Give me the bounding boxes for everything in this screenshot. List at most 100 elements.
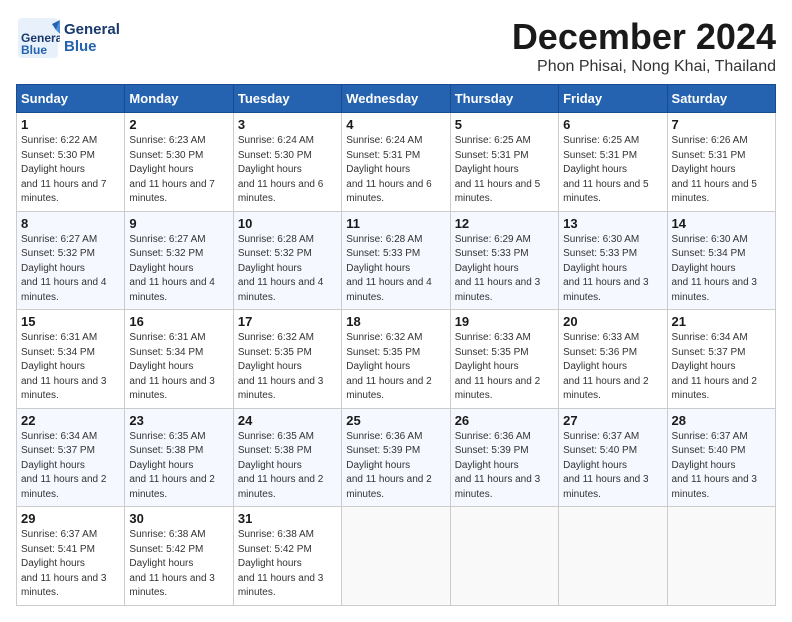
day-info: Sunrise: 6:33 AM Sunset: 5:35 PM Dayligh… — [455, 331, 554, 404]
sunrise-text: Sunrise: 6:28 AM — [346, 233, 445, 248]
daylight-label: Daylight hours — [563, 163, 662, 178]
daylight-label: Daylight hours — [346, 459, 445, 474]
calendar-cell: 14 Sunrise: 6:30 AM Sunset: 5:34 PM Dayl… — [667, 211, 775, 310]
sunrise-text: Sunrise: 6:26 AM — [672, 134, 771, 149]
day-info: Sunrise: 6:31 AM Sunset: 5:34 PM Dayligh… — [129, 331, 228, 404]
daylight-label: Daylight hours — [672, 459, 771, 474]
sunset-text: Sunset: 5:33 PM — [455, 247, 554, 262]
daylight-label: Daylight hours — [21, 163, 120, 178]
day-number: 15 — [21, 314, 120, 329]
logo: General Blue General Blue — [16, 16, 120, 60]
daylight-value: and 11 hours and 2 minutes. — [129, 473, 228, 502]
daylight-value: and 11 hours and 3 minutes. — [21, 375, 120, 404]
daylight-value: and 11 hours and 2 minutes. — [238, 473, 337, 502]
sunrise-text: Sunrise: 6:31 AM — [129, 331, 228, 346]
daylight-value: and 11 hours and 2 minutes. — [346, 375, 445, 404]
sunrise-text: Sunrise: 6:32 AM — [346, 331, 445, 346]
day-info: Sunrise: 6:36 AM Sunset: 5:39 PM Dayligh… — [455, 430, 554, 503]
week-row-4: 22 Sunrise: 6:34 AM Sunset: 5:37 PM Dayl… — [17, 408, 776, 507]
daylight-label: Daylight hours — [129, 262, 228, 277]
day-number: 5 — [455, 117, 554, 132]
sunset-text: Sunset: 5:34 PM — [129, 346, 228, 361]
column-header-monday: Monday — [125, 85, 233, 113]
daylight-label: Daylight hours — [21, 360, 120, 375]
daylight-label: Daylight hours — [129, 163, 228, 178]
calendar-cell: 9 Sunrise: 6:27 AM Sunset: 5:32 PM Dayli… — [125, 211, 233, 310]
calendar-cell: 31 Sunrise: 6:38 AM Sunset: 5:42 PM Dayl… — [233, 507, 341, 606]
sunset-text: Sunset: 5:33 PM — [563, 247, 662, 262]
page-header: General Blue General Blue December 2024 … — [16, 16, 776, 76]
calendar-cell: 30 Sunrise: 6:38 AM Sunset: 5:42 PM Dayl… — [125, 507, 233, 606]
calendar-cell: 22 Sunrise: 6:34 AM Sunset: 5:37 PM Dayl… — [17, 408, 125, 507]
calendar-table: SundayMondayTuesdayWednesdayThursdayFrid… — [16, 84, 776, 606]
daylight-label: Daylight hours — [455, 262, 554, 277]
day-number: 12 — [455, 216, 554, 231]
daylight-value: and 11 hours and 4 minutes. — [238, 276, 337, 305]
day-info: Sunrise: 6:32 AM Sunset: 5:35 PM Dayligh… — [238, 331, 337, 404]
calendar-cell: 3 Sunrise: 6:24 AM Sunset: 5:30 PM Dayli… — [233, 113, 341, 212]
day-info: Sunrise: 6:24 AM Sunset: 5:30 PM Dayligh… — [238, 134, 337, 207]
sunrise-text: Sunrise: 6:23 AM — [129, 134, 228, 149]
daylight-value: and 11 hours and 7 minutes. — [21, 178, 120, 207]
day-info: Sunrise: 6:23 AM Sunset: 5:30 PM Dayligh… — [129, 134, 228, 207]
calendar-cell: 29 Sunrise: 6:37 AM Sunset: 5:41 PM Dayl… — [17, 507, 125, 606]
day-number: 22 — [21, 413, 120, 428]
day-info: Sunrise: 6:38 AM Sunset: 5:42 PM Dayligh… — [238, 528, 337, 601]
daylight-value: and 11 hours and 3 minutes. — [21, 572, 120, 601]
daylight-label: Daylight hours — [238, 459, 337, 474]
day-number: 11 — [346, 216, 445, 231]
calendar-cell: 28 Sunrise: 6:37 AM Sunset: 5:40 PM Dayl… — [667, 408, 775, 507]
daylight-label: Daylight hours — [21, 459, 120, 474]
calendar-cell: 21 Sunrise: 6:34 AM Sunset: 5:37 PM Dayl… — [667, 310, 775, 409]
day-number: 19 — [455, 314, 554, 329]
sunrise-text: Sunrise: 6:37 AM — [672, 430, 771, 445]
daylight-value: and 11 hours and 2 minutes. — [563, 375, 662, 404]
sunset-text: Sunset: 5:31 PM — [455, 149, 554, 164]
daylight-label: Daylight hours — [346, 360, 445, 375]
day-number: 14 — [672, 216, 771, 231]
daylight-value: and 11 hours and 3 minutes. — [129, 572, 228, 601]
calendar-title: December 2024 — [512, 16, 776, 58]
daylight-label: Daylight hours — [455, 163, 554, 178]
daylight-value: and 11 hours and 3 minutes. — [563, 473, 662, 502]
daylight-value: and 11 hours and 4 minutes. — [129, 276, 228, 305]
daylight-label: Daylight hours — [346, 163, 445, 178]
logo-text-blue: Blue — [64, 38, 120, 55]
day-number: 17 — [238, 314, 337, 329]
logo-icon: General Blue — [16, 16, 60, 60]
sunset-text: Sunset: 5:31 PM — [346, 149, 445, 164]
calendar-cell: 26 Sunrise: 6:36 AM Sunset: 5:39 PM Dayl… — [450, 408, 558, 507]
daylight-value: and 11 hours and 3 minutes. — [238, 572, 337, 601]
sunset-text: Sunset: 5:34 PM — [672, 247, 771, 262]
daylight-label: Daylight hours — [346, 262, 445, 277]
day-number: 29 — [21, 511, 120, 526]
sunset-text: Sunset: 5:32 PM — [21, 247, 120, 262]
daylight-label: Daylight hours — [129, 557, 228, 572]
title-section: December 2024 Phon Phisai, Nong Khai, Th… — [512, 16, 776, 76]
day-info: Sunrise: 6:38 AM Sunset: 5:42 PM Dayligh… — [129, 528, 228, 601]
sunrise-text: Sunrise: 6:38 AM — [129, 528, 228, 543]
daylight-value: and 11 hours and 7 minutes. — [129, 178, 228, 207]
calendar-cell: 1 Sunrise: 6:22 AM Sunset: 5:30 PM Dayli… — [17, 113, 125, 212]
day-number: 7 — [672, 117, 771, 132]
daylight-value: and 11 hours and 6 minutes. — [346, 178, 445, 207]
daylight-value: and 11 hours and 2 minutes. — [21, 473, 120, 502]
sunset-text: Sunset: 5:32 PM — [238, 247, 337, 262]
daylight-value: and 11 hours and 3 minutes. — [563, 276, 662, 305]
calendar-cell: 5 Sunrise: 6:25 AM Sunset: 5:31 PM Dayli… — [450, 113, 558, 212]
calendar-cell: 16 Sunrise: 6:31 AM Sunset: 5:34 PM Dayl… — [125, 310, 233, 409]
day-number: 8 — [21, 216, 120, 231]
calendar-cell: 13 Sunrise: 6:30 AM Sunset: 5:33 PM Dayl… — [559, 211, 667, 310]
sunrise-text: Sunrise: 6:27 AM — [21, 233, 120, 248]
sunset-text: Sunset: 5:35 PM — [455, 346, 554, 361]
day-info: Sunrise: 6:37 AM Sunset: 5:41 PM Dayligh… — [21, 528, 120, 601]
calendar-cell: 10 Sunrise: 6:28 AM Sunset: 5:32 PM Dayl… — [233, 211, 341, 310]
daylight-value: and 11 hours and 4 minutes. — [346, 276, 445, 305]
daylight-value: and 11 hours and 5 minutes. — [455, 178, 554, 207]
calendar-cell: 6 Sunrise: 6:25 AM Sunset: 5:31 PM Dayli… — [559, 113, 667, 212]
daylight-value: and 11 hours and 5 minutes. — [672, 178, 771, 207]
day-info: Sunrise: 6:29 AM Sunset: 5:33 PM Dayligh… — [455, 233, 554, 306]
daylight-value: and 11 hours and 2 minutes. — [455, 375, 554, 404]
day-info: Sunrise: 6:37 AM Sunset: 5:40 PM Dayligh… — [563, 430, 662, 503]
day-number: 6 — [563, 117, 662, 132]
